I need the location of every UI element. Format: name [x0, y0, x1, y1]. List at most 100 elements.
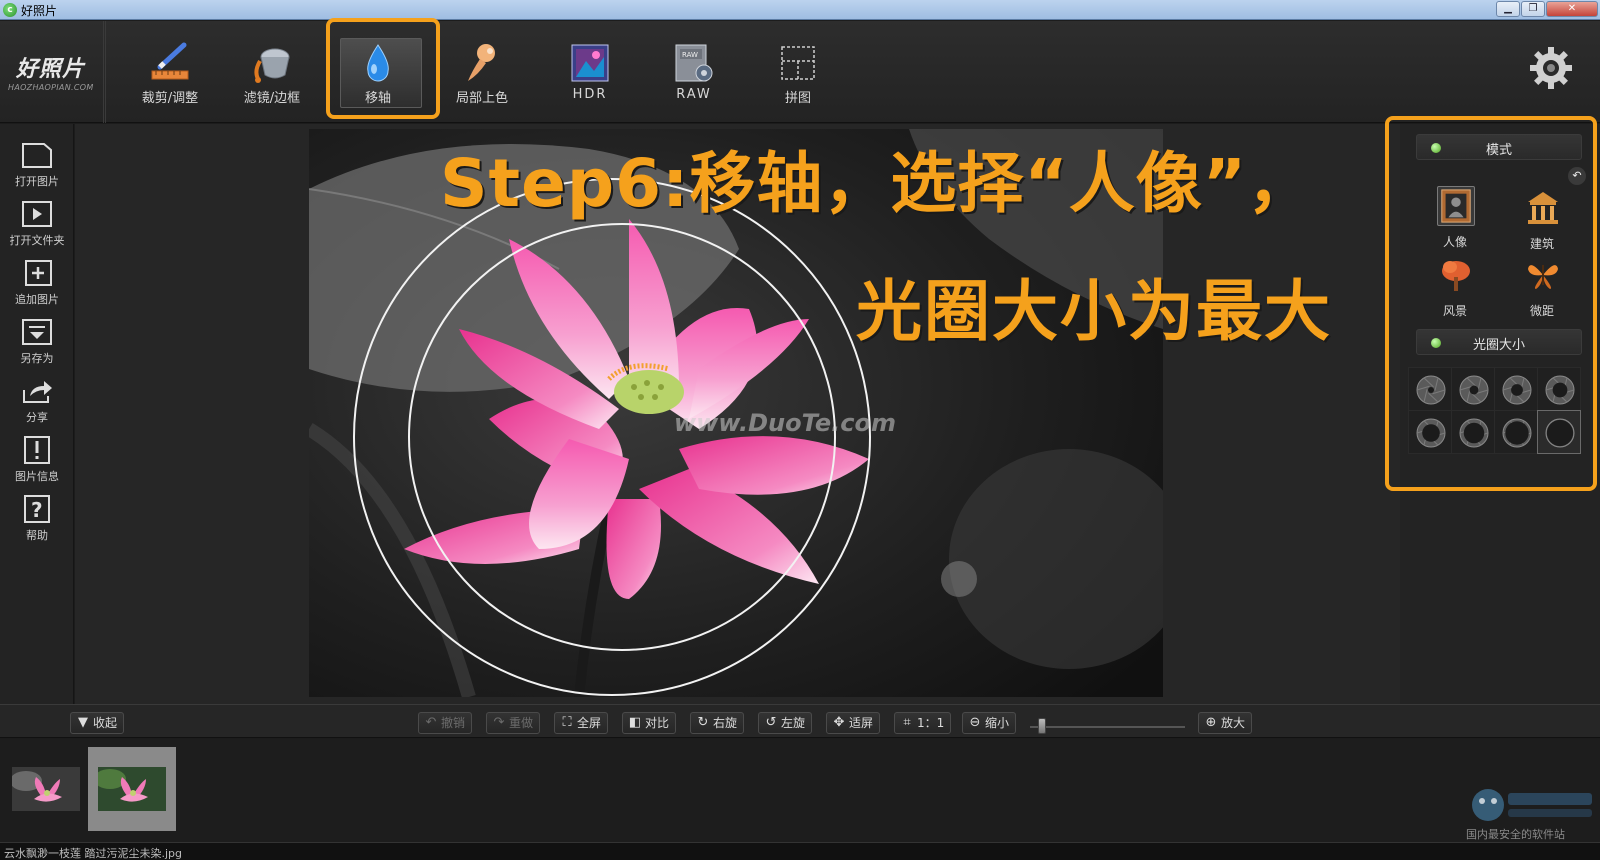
back-arrow-icon[interactable]: ↶ — [1568, 167, 1586, 185]
minimize-button[interactable]: ▁ — [1496, 1, 1520, 17]
aperture-option[interactable] — [1451, 410, 1495, 454]
redo-label: 重做 — [509, 716, 534, 730]
tool-local-color[interactable]: 局部上色 — [429, 21, 535, 123]
maximize-button[interactable]: ❐ — [1521, 1, 1545, 17]
undo-button[interactable]: ↶ 撤销 — [418, 712, 473, 734]
raw-file-icon: RAW — [675, 44, 713, 82]
zoom-slider-handle[interactable] — [1038, 718, 1046, 734]
sidebar-item-label: 帮助 — [26, 529, 48, 542]
fit-screen-label: 适屏 — [849, 716, 874, 730]
redo-button[interactable]: ↷ 重做 — [486, 712, 541, 734]
bottom-control-bar: ▼ 收起 ↶ 撤销 ↷ 重做 ⛶ 全屏 ◧ 对比 ↻ 右旋 ↺ 左旋 ✥ 适屏 ⌗ 1：1 ⊖ 缩小… — [0, 704, 1600, 738]
sidebar-item-open-folder[interactable]: 打开文件夹 — [0, 193, 74, 251]
fullscreen-button[interactable]: ⛶ 全屏 — [554, 712, 609, 734]
hdr-image-icon — [571, 44, 609, 82]
sidebar-item-image-info[interactable]: 图片信息 — [0, 429, 74, 487]
sidebar-item-label: 打开图片 — [15, 175, 59, 188]
tool-label: 拼图 — [784, 91, 811, 106]
actual-size-label: 1：1 — [917, 716, 945, 730]
water-drop-icon — [367, 44, 389, 82]
undo-label: 撤销 — [441, 716, 466, 730]
site-watermark: 国内最安全的软件站 — [1460, 783, 1598, 841]
tool-tilt-shift[interactable]: 移轴 — [325, 21, 431, 123]
building-icon — [1528, 192, 1558, 224]
sidebar-item-label: 追加图片 — [15, 293, 59, 306]
mode-portrait[interactable]: 人像 — [1425, 186, 1485, 256]
fullscreen-label: 全屏 — [577, 716, 602, 730]
sidebar-item-share[interactable]: 分享 — [0, 370, 74, 428]
aperture-iris-icon — [1502, 418, 1532, 448]
sidebar-item-add-image[interactable]: 追加图片 — [0, 252, 74, 310]
thumbnail-image — [98, 767, 166, 811]
aperture-iris-icon — [1459, 375, 1489, 405]
lotus-bw-thumbnail[interactable] — [2, 747, 90, 831]
step-annotation-line1: Step6:移轴，选择“人像”， — [440, 145, 1315, 222]
status-bar: 云水飘渺一枝莲 踏过污泥尘未染.jpg — [0, 842, 1600, 860]
aperture-header-label: 光圈大小 — [1472, 338, 1525, 353]
fit-screen-button[interactable]: ✥ 适屏 — [826, 712, 881, 734]
collapse-button[interactable]: ▼ 收起 — [70, 712, 125, 734]
svg-text:RAW: RAW — [682, 51, 698, 59]
thumbnail-filmstrip — [0, 739, 1600, 842]
help-icon: ? — [24, 495, 50, 523]
zoom-out-button[interactable]: ⊖ 缩小 — [962, 712, 1017, 734]
zoom-out-label: 缩小 — [985, 716, 1010, 730]
aperture-option[interactable] — [1537, 367, 1581, 411]
fullscreen-icon: ⛶ — [562, 715, 572, 730]
rotate-left-label: 左旋 — [781, 716, 806, 730]
site-watermark-text: 国内最安全的软件站 — [1466, 828, 1565, 841]
sidebar-item-help[interactable]: ? 帮助 — [0, 488, 74, 546]
close-button[interactable]: ✕ — [1546, 1, 1598, 17]
tool-collage[interactable]: 拼图 — [745, 21, 851, 123]
aperture-option[interactable] — [1451, 367, 1495, 411]
sidebar-item-label: 图片信息 — [15, 470, 59, 483]
aperture-option[interactable] — [1408, 367, 1452, 411]
lotus-color-thumbnail[interactable] — [88, 747, 176, 831]
sidebar-item-label: 分享 — [26, 411, 48, 424]
logo-text: 好照片 — [16, 57, 86, 82]
zoom-slider-track[interactable] — [1030, 726, 1185, 728]
tool-label: RAW — [676, 87, 712, 102]
aperture-option[interactable] — [1494, 367, 1538, 411]
mode-label: 人像 — [1442, 235, 1467, 249]
mode-macro[interactable]: 微距 — [1512, 255, 1572, 325]
aperture-iris-icon — [1459, 418, 1489, 448]
share-icon — [23, 381, 52, 403]
aperture-option[interactable] — [1537, 410, 1581, 454]
logo-subtext: HAOZHAOPIAN.COM — [8, 83, 94, 92]
gear-icon[interactable] — [1528, 45, 1574, 91]
actual-size-button[interactable]: ⌗ 1：1 — [894, 712, 952, 734]
sidebar-item-label: 打开文件夹 — [9, 234, 65, 247]
tool-hdr[interactable]: HDR — [537, 21, 643, 123]
tool-label: 裁剪/调整 — [141, 91, 199, 106]
svg-text:?: ? — [31, 498, 43, 522]
compare-button[interactable]: ◧ 对比 — [622, 712, 677, 734]
tool-crop-adjust[interactable]: 裁剪/调整 — [117, 21, 223, 123]
zoom-in-button[interactable]: ⊕ 放大 — [1198, 712, 1253, 734]
mode-architecture[interactable]: 建筑 — [1512, 188, 1572, 258]
rotate-right-button[interactable]: ↻ 右旋 — [690, 712, 745, 734]
zoom-in-label: 放大 — [1221, 716, 1246, 730]
butterfly-icon — [1528, 265, 1558, 289]
rotate-left-button[interactable]: ↺ 左旋 — [758, 712, 813, 734]
photo-watermark: www.DuoTe.com — [674, 409, 896, 437]
aperture-option[interactable] — [1494, 410, 1538, 454]
actual-size-icon: ⌗ — [903, 715, 911, 730]
tool-filter-border[interactable]: 滤镜/边框 — [219, 21, 325, 123]
left-sidebar: 打开图片 打开文件夹 追加图片 另存为 分享 图片信息 ? 帮助 — [0, 124, 74, 704]
sidebar-item-open-image[interactable]: 打开图片 — [0, 134, 74, 192]
aperture-option[interactable] — [1408, 410, 1452, 454]
sidebar-item-save-as[interactable]: 另存为 — [0, 311, 74, 369]
aperture-iris-icon — [1502, 375, 1532, 405]
mode-landscape[interactable]: 风景 — [1425, 255, 1485, 325]
rotate-left-icon: ↺ — [765, 715, 777, 730]
step-annotation-line2: 光圈大小为最大 — [856, 273, 1332, 350]
tool-raw[interactable]: RAW RAW — [641, 21, 747, 123]
image-info-icon — [24, 436, 50, 464]
tool-label: 局部上色 — [455, 91, 508, 106]
collage-grid-icon — [781, 46, 815, 80]
rotate-right-label: 右旋 — [713, 716, 738, 730]
collapse-label: 收起 — [93, 716, 118, 730]
open-image-icon — [22, 143, 52, 168]
paint-brush-icon — [468, 44, 495, 81]
